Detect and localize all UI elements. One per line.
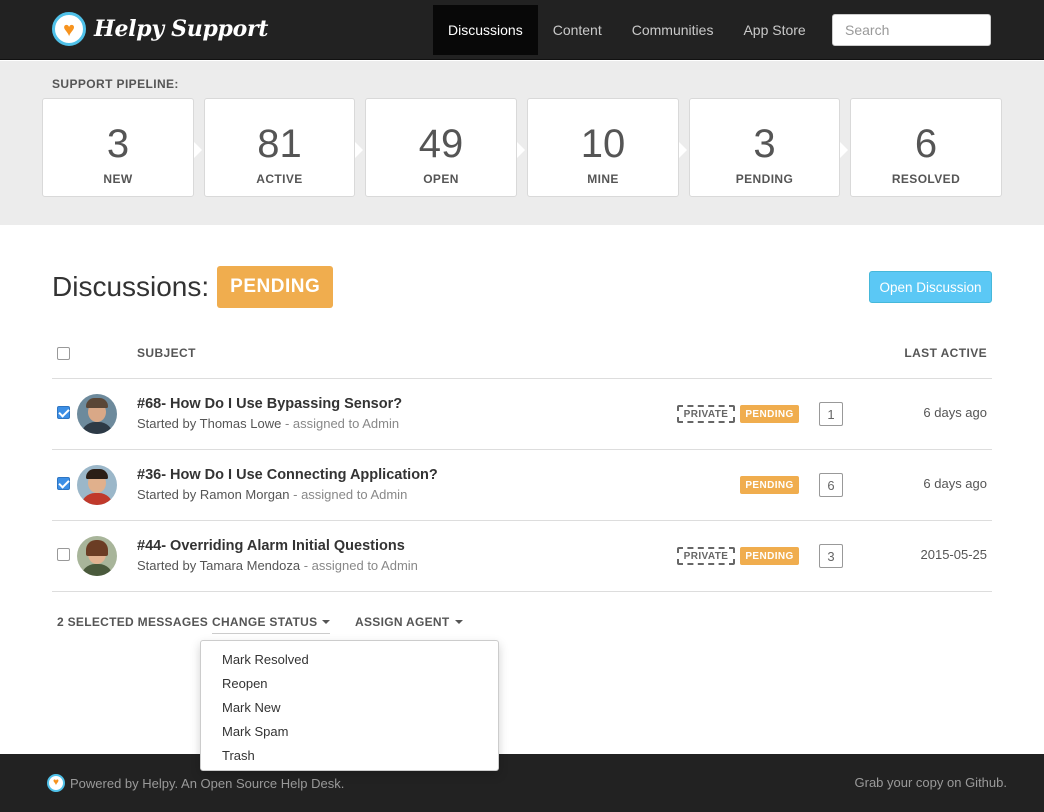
pipeline-arrow: [517, 142, 525, 158]
nav-content[interactable]: Content: [538, 5, 617, 55]
column-subject[interactable]: SUBJECT: [137, 346, 196, 360]
row-checkbox[interactable]: [57, 548, 70, 561]
footer: ♥ Powered by Helpy. An Open Source Help …: [0, 754, 1044, 812]
private-badge: PRIVATE: [677, 547, 735, 565]
open-discussion-button[interactable]: Open Discussion: [869, 271, 992, 303]
brand[interactable]: ♥ Helpy Support: [52, 11, 268, 47]
pipeline-stat-new[interactable]: 3 NEW: [42, 98, 202, 197]
brand-name: Helpy Support: [94, 16, 269, 42]
page-heading: Discussions: PENDING: [52, 266, 334, 308]
stat-count: 6: [914, 122, 938, 166]
author-name: Thomas Lowe: [199, 416, 282, 431]
menu-item-mark-spam[interactable]: Mark Spam: [201, 719, 498, 743]
reply-count: 1: [819, 402, 843, 426]
pipeline-stat-pending[interactable]: 3 PENDING: [689, 98, 848, 197]
pipeline-arrow: [679, 142, 687, 158]
footer-credit: ♥ Powered by Helpy. An Open Source Help …: [47, 774, 344, 792]
status-badge: PENDING: [740, 547, 799, 565]
stat-count: 3: [106, 122, 130, 166]
discussion-subject[interactable]: #36- How Do I Use Connecting Application…: [137, 467, 438, 483]
support-pipeline: SUPPORT PIPELINE: 3 NEW 81 ACTIVE 49 OPE…: [0, 61, 1044, 225]
menu-item-mark-resolved[interactable]: Mark Resolved: [201, 647, 498, 671]
stat-label: PENDING: [735, 172, 794, 186]
row-checkbox[interactable]: [57, 406, 70, 419]
discussion-subject[interactable]: #68- How Do I Use Bypassing Sensor?: [137, 396, 402, 412]
column-last-active[interactable]: LAST ACTIVE: [904, 346, 987, 360]
status-badge: PENDING: [217, 266, 334, 308]
table-row[interactable]: #36- How Do I Use Connecting Application…: [52, 450, 992, 521]
select-all-checkbox[interactable]: [57, 347, 70, 360]
stat-count: 3: [753, 122, 776, 166]
table-header: SUBJECT LAST ACTIVE: [52, 333, 992, 379]
pipeline-stat-active[interactable]: 81 ACTIVE: [204, 98, 363, 197]
github-link[interactable]: Grab your copy on Github.: [855, 775, 1007, 790]
assign-agent-dropdown[interactable]: ASSIGN AGENT: [355, 615, 463, 629]
heart-logo-icon: ♥: [52, 12, 86, 46]
table-row[interactable]: #44- Overriding Alarm Initial Questions …: [52, 521, 992, 592]
discussion-subject[interactable]: #44- Overriding Alarm Initial Questions: [137, 538, 405, 554]
pipeline-stat-open[interactable]: 49 OPEN: [365, 98, 525, 197]
nav-communities[interactable]: Communities: [617, 5, 729, 55]
nav-discussions[interactable]: Discussions: [433, 5, 538, 55]
footer-credit-text[interactable]: Powered by Helpy. An Open Source Help De…: [70, 776, 344, 791]
stat-label: RESOLVED: [891, 172, 961, 186]
top-navbar: ♥ Helpy Support Discussions Content Comm…: [0, 0, 1044, 60]
stat-count: 49: [418, 122, 464, 166]
row-checkbox[interactable]: [57, 477, 70, 490]
change-status-dropdown[interactable]: CHANGE STATUS: [212, 615, 331, 634]
nav-app-store[interactable]: App Store: [728, 5, 820, 55]
pipeline-arrow: [355, 142, 363, 158]
status-badge: PENDING: [740, 476, 799, 494]
avatar: [77, 536, 117, 576]
avatar: [77, 394, 117, 434]
table-row[interactable]: #68- How Do I Use Bypassing Sensor? Star…: [52, 379, 992, 450]
stat-label: MINE: [587, 172, 619, 186]
heart-logo-icon: ♥: [47, 774, 65, 792]
search-input[interactable]: [832, 14, 991, 46]
discussion-meta: Started by Tamara Mendoza - assigned to …: [137, 558, 418, 573]
menu-item-reopen[interactable]: Reopen: [201, 671, 498, 695]
caret-down-icon: [454, 620, 463, 624]
discussion-meta: Started by Ramon Morgan - assigned to Ad…: [137, 487, 408, 502]
main-nav: Discussions Content Communities App Stor…: [433, 5, 821, 55]
pipeline-stat-mine[interactable]: 10 MINE: [527, 98, 687, 197]
change-status-menu: Mark Resolved Reopen Mark New Mark Spam …: [200, 640, 499, 771]
menu-item-trash[interactable]: Trash: [201, 743, 498, 767]
status-badge: PENDING: [740, 405, 799, 423]
stat-count: 10: [580, 122, 626, 166]
reply-count: 3: [819, 544, 843, 568]
menu-item-mark-new[interactable]: Mark New: [201, 695, 498, 719]
last-active: 6 days ago: [923, 405, 987, 420]
caret-down-icon: [322, 620, 331, 624]
pipeline-title: SUPPORT PIPELINE:: [52, 77, 179, 91]
pipeline-stat-resolved[interactable]: 6 RESOLVED: [850, 98, 1002, 197]
author-name: Tamara Mendoza: [199, 558, 301, 573]
stat-label: NEW: [103, 172, 133, 186]
page-title: Discussions:: [52, 271, 210, 302]
last-active: 6 days ago: [923, 476, 987, 491]
avatar: [77, 465, 117, 505]
discussion-meta: Started by Thomas Lowe - assigned to Adm…: [137, 416, 400, 431]
stat-label: ACTIVE: [256, 172, 303, 186]
author-name: Ramon Morgan: [199, 487, 290, 502]
last-active: 2015-05-25: [920, 547, 988, 562]
stat-label: OPEN: [423, 172, 459, 186]
reply-count: 6: [819, 473, 843, 497]
selected-count: 2 SELECTED MESSAGES: [57, 615, 209, 629]
pipeline-arrow: [194, 142, 202, 158]
pipeline-arrow: [840, 142, 848, 158]
stat-count: 81: [257, 122, 302, 166]
private-badge: PRIVATE: [677, 405, 735, 423]
